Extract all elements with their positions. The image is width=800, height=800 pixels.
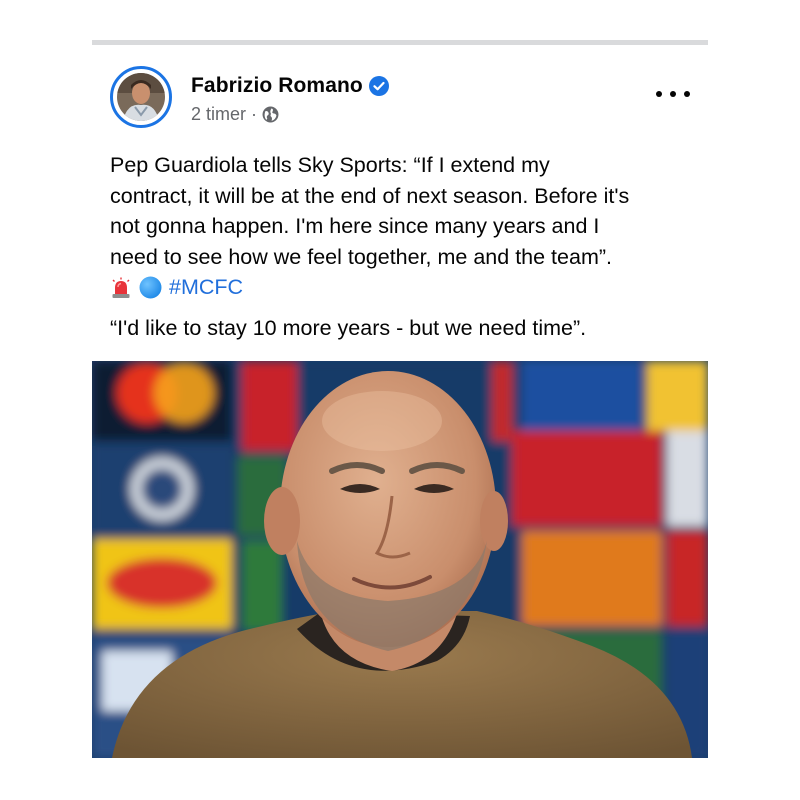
verified-badge-icon — [368, 76, 389, 96]
post-text-line: Pep Guardiola tells Sky Sports: “If I ex… — [110, 153, 550, 177]
more-options-icon[interactable] — [656, 84, 690, 104]
author-name[interactable]: Fabrizio Romano — [191, 74, 363, 98]
tag-line: #MCFC — [110, 272, 710, 303]
meta-separator: · — [251, 104, 258, 124]
post-body: Pep Guardiola tells Sky Sports: “If I ex… — [110, 150, 710, 344]
blue-circle-emoji — [139, 276, 162, 299]
post-header: Fabrizio Romano 2 timer · — [110, 66, 700, 132]
hashtag-link[interactable]: #MCFC — [169, 272, 243, 303]
post-timestamp[interactable]: 2 timer — [191, 104, 246, 125]
globe-icon — [262, 106, 279, 123]
author-avatar[interactable] — [110, 66, 172, 128]
post-quote: “I'd like to stay 10 more years - but we… — [110, 316, 587, 340]
post-text-line: contract, it will be at the end of next … — [110, 183, 630, 208]
post-photo[interactable] — [92, 361, 708, 758]
siren-emoji — [112, 277, 130, 298]
post-text-line: need to see how we feel together, me and… — [110, 244, 612, 269]
top-divider — [92, 40, 708, 45]
post-text-line: not gonna happen. I'm here since many ye… — [110, 214, 600, 238]
avatar-image — [117, 73, 165, 121]
